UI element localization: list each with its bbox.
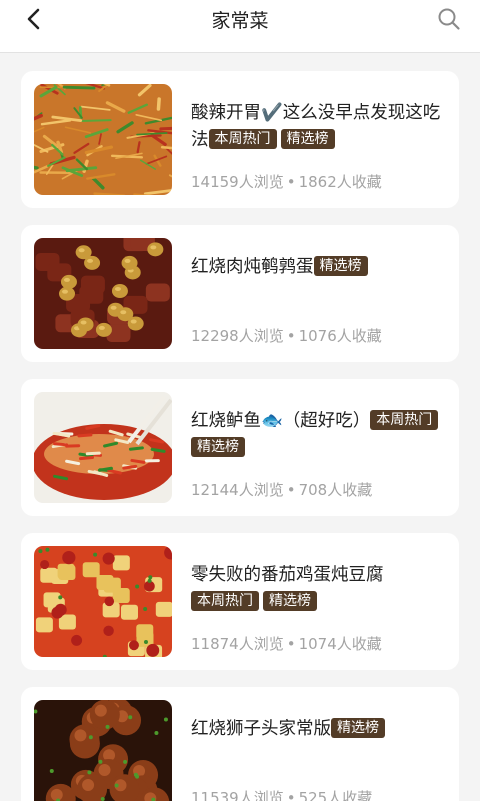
recipe-thumbnail[interactable] bbox=[34, 238, 172, 349]
stats-separator: • bbox=[286, 789, 296, 801]
food-photo bbox=[34, 84, 172, 195]
featured-badge: 精选榜 bbox=[313, 256, 368, 276]
stats-separator: • bbox=[286, 481, 296, 499]
recipe-title-text: ✔️ bbox=[261, 103, 283, 123]
favorite-count: 525人收藏 bbox=[298, 789, 373, 801]
weekly-hot-badge: 本周热门 bbox=[208, 129, 277, 149]
recipe-title-text: 红烧鲈鱼 bbox=[191, 411, 261, 431]
favorite-count: 1862人收藏 bbox=[298, 173, 382, 191]
recipe-card[interactable]: 红烧鲈鱼🐟（超好吃） 本周热门精选榜 12144人浏览 • 708人收藏 bbox=[21, 379, 459, 516]
recipe-thumbnail[interactable] bbox=[34, 546, 172, 657]
stats-separator: • bbox=[286, 173, 296, 191]
weekly-hot-badge: 本周热门 bbox=[370, 410, 439, 430]
recipe-card[interactable]: 红烧狮子头家常版 精选榜 11539人浏览 • 525人收藏 bbox=[21, 687, 459, 801]
favorite-count: 708人收藏 bbox=[298, 481, 373, 499]
recipe-title[interactable]: 红烧鲈鱼🐟（超好吃） 本周热门精选榜 bbox=[191, 408, 447, 462]
recipe-card[interactable]: 红烧肉炖鹌鹑蛋 精选榜 12298人浏览 • 1076人收藏 bbox=[21, 225, 459, 362]
featured-badge: 精选榜 bbox=[331, 718, 385, 738]
recipe-title-text: （超好吃） bbox=[282, 411, 371, 431]
recipe-title[interactable]: 零失败的番茄鸡蛋炖豆腐本周热门 精选榜 bbox=[191, 562, 447, 616]
food-photo bbox=[34, 238, 172, 349]
food-photo bbox=[34, 546, 172, 657]
recipe-title-text: 零失败的番茄鸡蛋炖豆腐 bbox=[191, 565, 384, 585]
recipe-stats: 12298人浏览 • 1076人收藏 bbox=[191, 325, 382, 346]
recipe-info: 零失败的番茄鸡蛋炖豆腐本周热门 精选榜 bbox=[191, 562, 447, 616]
recipe-title[interactable]: 酸辣开胃✔️这么没早点发现这吃法 本周热门 精选榜 bbox=[191, 100, 447, 154]
recipe-info: 酸辣开胃✔️这么没早点发现这吃法 本周热门 精选榜 bbox=[191, 100, 447, 154]
food-photo bbox=[34, 700, 172, 801]
search-icon bbox=[438, 8, 460, 30]
recipe-title[interactable]: 红烧狮子头家常版 精选榜 bbox=[191, 716, 447, 743]
top-nav-bar: 家常菜 bbox=[0, 0, 480, 53]
view-count: 12144人浏览 bbox=[191, 481, 284, 499]
page-title: 家常菜 bbox=[211, 10, 269, 32]
weekly-hot-badge: 本周热门 bbox=[191, 591, 259, 611]
recipe-card[interactable]: 零失败的番茄鸡蛋炖豆腐本周热门 精选榜 11874人浏览 • 1074人收藏 bbox=[21, 533, 459, 670]
recipe-info: 红烧肉炖鹌鹑蛋 精选榜 bbox=[191, 254, 447, 281]
view-count: 11874人浏览 bbox=[191, 635, 284, 653]
recipe-title-text: 红烧肉炖鹌鹑蛋 bbox=[191, 257, 314, 277]
recipe-stats: 14159人浏览 • 1862人收藏 bbox=[191, 171, 382, 192]
favorite-count: 1074人收藏 bbox=[298, 635, 382, 653]
recipe-title-text: 红烧狮子头家常版 bbox=[191, 719, 331, 739]
featured-badge: 精选榜 bbox=[191, 437, 245, 457]
view-count: 14159人浏览 bbox=[191, 173, 284, 191]
featured-badge: 精选榜 bbox=[263, 591, 317, 611]
recipe-thumbnail[interactable] bbox=[34, 700, 172, 801]
recipe-stats: 12144人浏览 • 708人收藏 bbox=[191, 479, 372, 500]
recipe-stats: 11539人浏览 • 525人收藏 bbox=[191, 787, 372, 801]
recipe-card[interactable]: 酸辣开胃✔️这么没早点发现这吃法 本周热门 精选榜 14159人浏览 • 1862人收藏 bbox=[21, 71, 459, 208]
recipe-title-text: 🐟 bbox=[261, 411, 283, 431]
recipe-thumbnail[interactable] bbox=[34, 84, 172, 195]
stats-separator: • bbox=[286, 635, 296, 653]
stats-separator: • bbox=[286, 327, 296, 345]
recipe-title[interactable]: 红烧肉炖鹌鹑蛋 精选榜 bbox=[191, 254, 447, 281]
view-count: 12298人浏览 bbox=[191, 327, 284, 345]
recipe-info: 红烧狮子头家常版 精选榜 bbox=[191, 716, 447, 743]
recipe-title-text: 酸辣开胃 bbox=[191, 103, 261, 123]
recipe-stats: 11874人浏览 • 1074人收藏 bbox=[191, 633, 382, 654]
search-button[interactable] bbox=[436, 6, 462, 32]
featured-badge: 精选榜 bbox=[280, 129, 335, 149]
recipe-thumbnail[interactable] bbox=[34, 392, 172, 503]
view-count: 11539人浏览 bbox=[191, 789, 284, 801]
food-photo bbox=[34, 392, 172, 503]
recipe-info: 红烧鲈鱼🐟（超好吃） 本周热门精选榜 bbox=[191, 408, 447, 462]
favorite-count: 1076人收藏 bbox=[298, 327, 382, 345]
